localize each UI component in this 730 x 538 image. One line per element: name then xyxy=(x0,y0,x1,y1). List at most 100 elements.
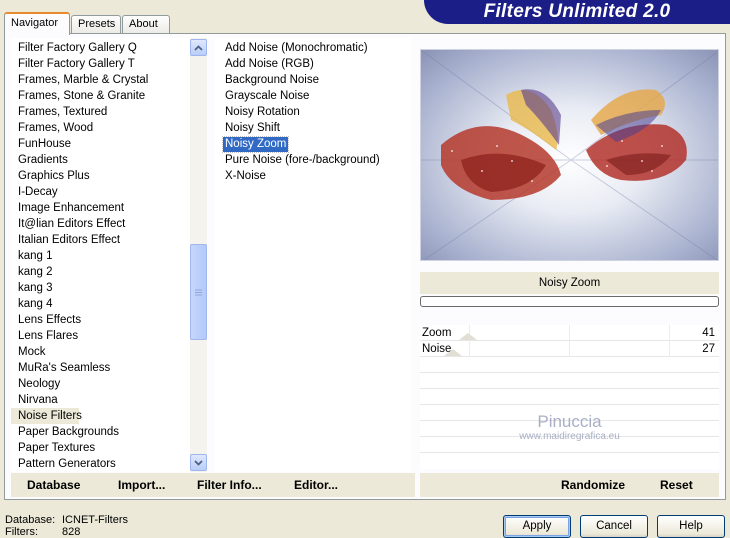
apply-button[interactable]: Apply xyxy=(503,515,571,538)
category-list[interactable]: Filter Factory Gallery Q Filter Factory G… xyxy=(11,38,207,472)
filter-item-label: Add Noise (Monochromatic) xyxy=(225,42,368,54)
status-info: Database: ICNET-Filters Filters: 828 xyxy=(5,514,128,538)
category-items: Filter Factory Gallery Q Filter Factory G… xyxy=(11,38,207,472)
filter-item-label: Noisy Shift xyxy=(225,122,280,134)
category-item[interactable]: Italian Editors Effect xyxy=(11,232,189,248)
category-item[interactable]: Paper Textures xyxy=(11,440,189,456)
category-item[interactable]: Frames, Marble & Crystal xyxy=(11,72,189,88)
slider-thumb[interactable] xyxy=(458,333,477,340)
filter-list[interactable]: Add Noise (Monochromatic) Add Noise (RGB)… xyxy=(215,38,411,472)
filter-item[interactable]: Noisy Rotation xyxy=(215,104,411,120)
filter-item[interactable]: Noisy Shift xyxy=(215,120,411,136)
param-label: Zoom xyxy=(422,327,452,339)
right-toolbar: Randomize Reset xyxy=(420,473,719,497)
category-item[interactable]: Neology xyxy=(11,376,189,392)
filter-item-label: Add Noise (RGB) xyxy=(225,58,314,70)
filter-item[interactable]: Noisy Zoom xyxy=(215,136,411,153)
tab-navigator[interactable]: Navigator xyxy=(4,12,70,35)
scroll-thumb[interactable] xyxy=(190,244,207,340)
filter-item[interactable]: Background Noise xyxy=(215,72,411,88)
filter-item-label: Pure Noise (fore-/background) xyxy=(225,154,380,166)
category-item[interactable]: kang 2 xyxy=(11,264,189,280)
chevron-down-icon xyxy=(194,459,203,466)
category-item[interactable]: kang 3 xyxy=(11,280,189,296)
category-item[interactable]: Noise Filters xyxy=(11,408,82,424)
param-empty xyxy=(420,389,719,405)
category-item[interactable]: Lens Flares xyxy=(11,328,189,344)
category-item[interactable]: Graphics Plus xyxy=(11,168,189,184)
tick-mark xyxy=(669,341,670,357)
category-item[interactable]: I-Decay xyxy=(11,184,189,200)
category-item[interactable]: Frames, Stone & Granite xyxy=(11,88,189,104)
category-item[interactable]: Lens Effects xyxy=(11,312,189,328)
left-toolbar: Database Import... Filter Info... Editor… xyxy=(11,473,415,497)
category-scrollbar[interactable] xyxy=(190,38,207,472)
category-item[interactable]: MuRa's Seamless xyxy=(11,360,189,376)
filter-item[interactable]: Add Noise (Monochromatic) xyxy=(215,40,411,56)
main-panel: Filter Factory Gallery Q Filter Factory G… xyxy=(4,33,726,500)
category-item[interactable]: Paper Backgrounds xyxy=(11,424,189,440)
category-item[interactable]: Frames, Textured xyxy=(11,104,189,120)
watermark-url: www.maidiregrafica.eu xyxy=(519,431,620,442)
filter-item-label: X-Noise xyxy=(225,170,266,182)
filter-item[interactable]: Grayscale Noise xyxy=(215,88,411,104)
param-empty xyxy=(420,373,719,389)
database-label: Database: xyxy=(5,514,56,526)
parameter-panel: Zoom 41 Noise 27 Pinuccia www.maidiregra… xyxy=(420,325,719,469)
filter-items: Add Noise (Monochromatic) Add Noise (RGB)… xyxy=(215,38,411,184)
tick-mark xyxy=(469,341,470,357)
category-item[interactable]: kang 4 xyxy=(11,296,189,312)
filter-item-label: Noisy Zoom xyxy=(221,136,290,153)
chevron-up-icon xyxy=(194,44,203,51)
database-button[interactable]: Database xyxy=(27,473,80,497)
filter-item[interactable]: X-Noise xyxy=(215,168,411,184)
category-item[interactable]: Filter Factory Gallery T xyxy=(11,56,189,72)
preview-image xyxy=(420,49,719,261)
active-filter-name: Noisy Zoom xyxy=(420,272,719,294)
import-button[interactable]: Import... xyxy=(118,473,165,497)
filter-item-label: Noisy Rotation xyxy=(225,106,300,118)
database-value: ICNET-Filters xyxy=(62,514,128,526)
tab-presets[interactable]: Presets xyxy=(71,15,121,33)
tick-mark xyxy=(569,325,570,341)
filter-item-label: Grayscale Noise xyxy=(225,90,310,102)
progress-bar xyxy=(420,296,719,307)
category-item[interactable]: Image Enhancement xyxy=(11,200,189,216)
param-value: 41 xyxy=(702,327,715,339)
scroll-up-button[interactable] xyxy=(190,39,207,56)
category-item[interactable]: kang 1 xyxy=(11,248,189,264)
param-empty xyxy=(420,357,719,373)
scroll-down-button[interactable] xyxy=(190,454,207,471)
filter-item-label: Background Noise xyxy=(225,74,319,86)
help-button[interactable]: Help xyxy=(657,515,725,538)
param-noise[interactable]: Noise 27 xyxy=(420,341,719,357)
param-value: 27 xyxy=(702,343,715,355)
category-item[interactable]: Nirvana xyxy=(11,392,189,408)
param-zoom[interactable]: Zoom 41 xyxy=(420,325,719,341)
reset-button[interactable]: Reset xyxy=(660,473,693,497)
app-banner: Filters Unlimited 2.0 xyxy=(424,0,730,24)
category-item[interactable]: Pattern Generators xyxy=(11,456,189,472)
cancel-button[interactable]: Cancel xyxy=(580,515,648,538)
category-item[interactable]: It@lian Editors Effect xyxy=(11,216,189,232)
preview-artwork xyxy=(421,50,718,260)
watermark: Pinuccia www.maidiregrafica.eu xyxy=(420,413,719,443)
tab-about[interactable]: About xyxy=(122,15,170,33)
category-item[interactable]: Gradients xyxy=(11,152,189,168)
filters-count: 828 xyxy=(62,526,81,538)
category-item[interactable]: Filter Factory Gallery Q xyxy=(11,40,189,56)
slider-thumb[interactable] xyxy=(443,349,462,356)
filter-info-button[interactable]: Filter Info... xyxy=(197,473,262,497)
editor-button[interactable]: Editor... xyxy=(294,473,338,497)
category-item[interactable]: Mock xyxy=(11,344,189,360)
filter-item[interactable]: Add Noise (RGB) xyxy=(215,56,411,72)
filters-label: Filters: xyxy=(5,526,38,538)
filter-item[interactable]: Pure Noise (fore-/background) xyxy=(215,152,411,168)
watermark-name: Pinuccia xyxy=(537,412,602,431)
tick-mark xyxy=(569,341,570,357)
grip-icon xyxy=(195,289,202,295)
category-item[interactable]: Frames, Wood xyxy=(11,120,189,136)
randomize-button[interactable]: Randomize xyxy=(561,473,625,497)
tick-mark xyxy=(669,325,670,341)
category-item[interactable]: FunHouse xyxy=(11,136,189,152)
